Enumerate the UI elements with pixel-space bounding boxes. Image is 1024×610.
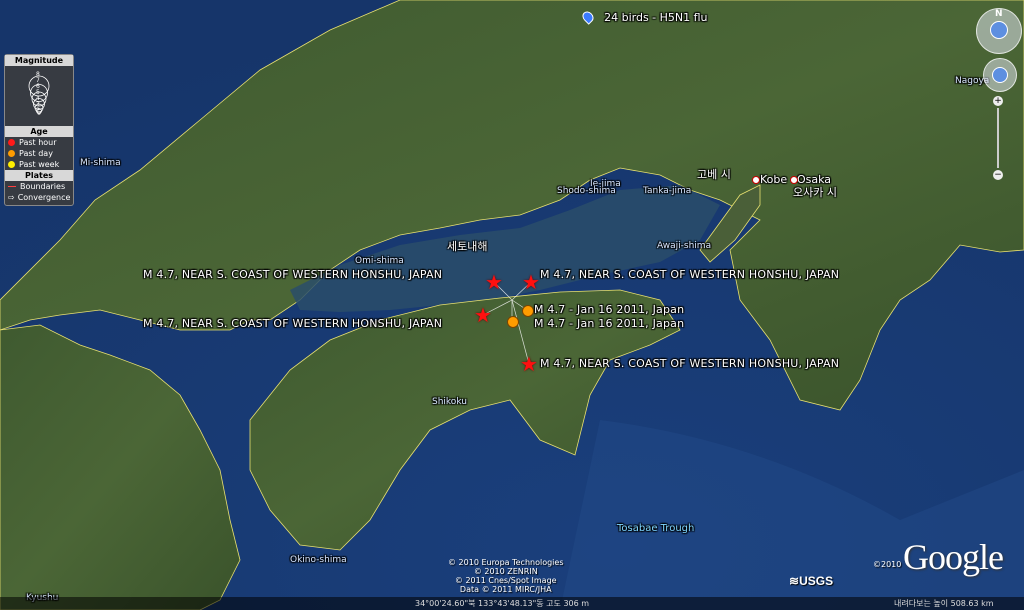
look-arrows-icon xyxy=(990,21,1008,39)
legend-age-row: Past day xyxy=(5,148,73,159)
flu-placemark[interactable]: 24 birds - H5N1 flu xyxy=(580,8,708,27)
age-color-dot-icon xyxy=(8,150,15,157)
earthquake-label[interactable]: M 4.7 - Jan 16 2011, Japan xyxy=(534,303,684,316)
usgs-logo: ≋USGS xyxy=(789,574,833,588)
korean-place-label: 오사카 시 xyxy=(793,186,837,199)
earthquake-star-icon[interactable]: ★ xyxy=(520,354,538,374)
look-compass-control[interactable]: N xyxy=(976,8,1022,54)
usgs-wave-icon: ≋ xyxy=(789,574,800,588)
legend-convergence-label: Convergence xyxy=(17,193,71,202)
earthquake-label[interactable]: M 4.7, NEAR S. COAST OF WESTERN HONSHU, … xyxy=(143,317,442,330)
earthquake-label[interactable]: M 4.7 - Jan 16 2011, Japan xyxy=(534,317,684,330)
legend-age-row: Past hour xyxy=(5,137,73,148)
earthquake-star-icon[interactable]: ★ xyxy=(474,305,492,325)
eye-altitude-readout: 내려다보는 높이 508.63 km xyxy=(894,599,994,608)
legend-age-label: Past day xyxy=(19,149,53,158)
legend-convergence: ⇨ Convergence xyxy=(5,192,73,205)
legend-boundaries: Boundaries xyxy=(5,181,73,192)
place-label: Kobe xyxy=(760,173,788,186)
earthquake-dot-icon[interactable] xyxy=(522,305,534,317)
legend-magnitude-circles: 8765432 xyxy=(5,66,73,126)
legend-magnitude-number: 2 xyxy=(36,107,40,114)
age-color-dot-icon xyxy=(8,161,15,168)
zoom-track[interactable] xyxy=(997,108,999,168)
north-label: N xyxy=(995,9,1003,19)
attribution-line: © 2010 ZENRIN xyxy=(473,567,538,576)
korean-place-label: 세토내해 xyxy=(447,240,488,253)
legend-age-label: Past hour xyxy=(19,138,57,147)
zoom-out-icon[interactable]: − xyxy=(993,170,1003,180)
placemark-pin-icon xyxy=(580,9,596,25)
status-bar: 34°00'24.60"북 133°43'48.13"동 고도 306 m 내려… xyxy=(0,597,1024,610)
place-label: Mi-shima xyxy=(80,158,121,168)
place-label: Awaji-shima xyxy=(657,241,712,251)
earthquake-label[interactable]: M 4.7, NEAR S. COAST OF WESTERN HONSHU, … xyxy=(540,357,839,370)
zoom-slider[interactable]: + − xyxy=(993,96,1003,182)
copyright-year: ©2010 xyxy=(873,560,902,569)
usgs-label: USGS xyxy=(799,574,834,588)
legend-magnitude-title: Magnitude xyxy=(5,55,73,66)
korean-place-label: 고베 시 xyxy=(697,168,731,181)
legend-boundaries-label: Boundaries xyxy=(20,182,66,191)
city-dot-icon xyxy=(790,176,798,184)
legend-age-title: Age xyxy=(5,126,73,137)
google-logo: Google xyxy=(903,537,1004,577)
earthquake-star-icon[interactable]: ★ xyxy=(522,272,540,292)
earthquake-label[interactable]: M 4.7, NEAR S. COAST OF WESTERN HONSHU, … xyxy=(540,268,839,281)
city-dot-icon xyxy=(752,176,760,184)
legend-plates-title: Plates xyxy=(5,170,73,181)
earthquake-label[interactable]: M 4.7, NEAR S. COAST OF WESTERN HONSHU, … xyxy=(143,268,442,281)
place-label: Tosabae Trough xyxy=(617,523,695,534)
place-label: Shikoku xyxy=(432,397,467,407)
earthquake-dot-icon[interactable] xyxy=(507,316,519,328)
convergence-arrow-icon: ⇨ xyxy=(8,193,15,202)
earthquake-star-icon[interactable]: ★ xyxy=(485,272,503,292)
attribution-line: © 2010 Europa Technologies xyxy=(448,558,564,567)
place-label: Okino-shima xyxy=(290,555,347,565)
place-label: Omi-shima xyxy=(355,256,404,266)
placemark-label: 24 birds - H5N1 flu xyxy=(604,11,708,24)
attribution-line: Data © 2011 MIRC/JHA xyxy=(459,585,552,594)
move-control[interactable] xyxy=(983,58,1017,92)
place-label: Shodo-shima xyxy=(557,186,616,196)
attribution-text: © 2010 Europa Technologies © 2010 ZENRIN ©… xyxy=(448,558,564,594)
satellite-map[interactable] xyxy=(0,0,1024,610)
coordinates-readout: 34°00'24.60"북 133°43'48.13"동 고도 306 m xyxy=(415,599,590,608)
magnitude-legend: Magnitude 8765432 Age Past hour Past day P… xyxy=(4,54,74,206)
age-color-dot-icon xyxy=(8,139,15,146)
zoom-in-icon[interactable]: + xyxy=(993,96,1003,106)
boundary-line-icon xyxy=(8,186,16,187)
place-label: Tanka-jima xyxy=(643,186,692,196)
move-arrows-icon xyxy=(992,67,1008,83)
legend-age-row: Past week xyxy=(5,159,73,170)
attribution-line: © 2011 Cnes/Spot Image xyxy=(454,576,557,585)
legend-age-label: Past week xyxy=(19,160,60,169)
